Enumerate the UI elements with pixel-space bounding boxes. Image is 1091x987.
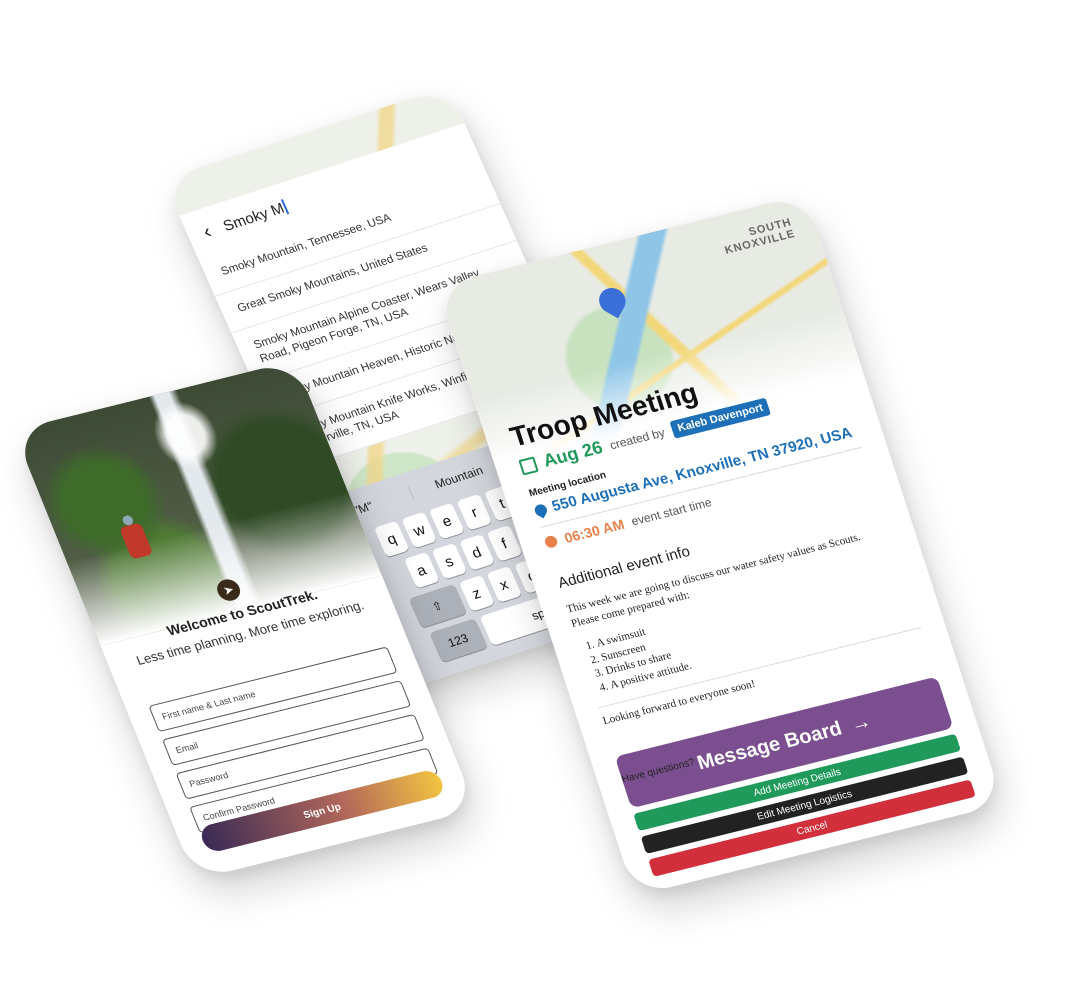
location-pin-icon (532, 501, 549, 518)
calendar-icon (518, 455, 539, 476)
meeting-screen: SOUTH KNOXVILLE Troop Meeting Aug 26 cre… (436, 193, 1004, 897)
numbers-key[interactable]: 123 (428, 618, 488, 663)
meeting-time: 06:30 AM (562, 515, 627, 546)
back-arrow-icon[interactable]: ‹ (200, 220, 216, 243)
arrow-right-icon: → (847, 709, 874, 736)
shift-key[interactable]: ⇧ (407, 584, 467, 629)
meeting-content: Troop Meeting Aug 26 created by Kaleb Da… (506, 343, 976, 877)
search-input[interactable]: Smoky M (220, 199, 286, 234)
clock-icon (543, 534, 559, 549)
created-by-label: created by (607, 424, 667, 452)
time-note: event start time (629, 495, 714, 529)
